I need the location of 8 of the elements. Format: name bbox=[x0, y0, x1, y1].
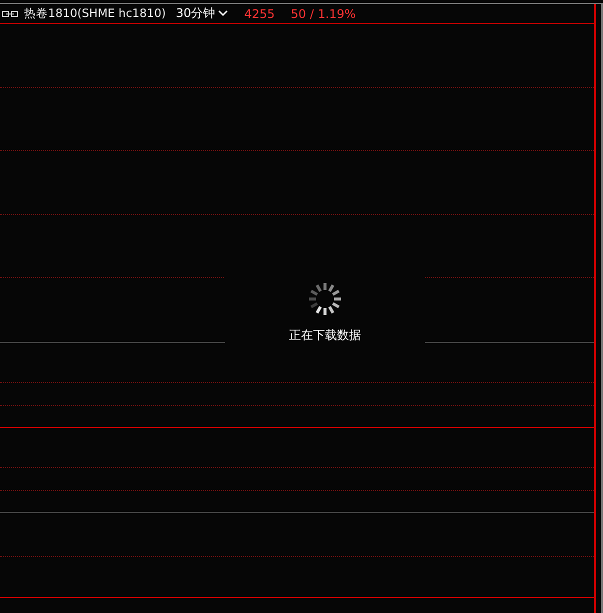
period-dropdown[interactable]: 30分钟 bbox=[176, 5, 228, 22]
instrument-title: 热卷1810(SHME hc1810) bbox=[24, 6, 166, 21]
loading-spinner-icon bbox=[308, 282, 342, 316]
last-price: 4255 bbox=[244, 6, 275, 20]
link-icon[interactable] bbox=[2, 10, 18, 16]
price-change: 50 / 1.19% bbox=[290, 6, 356, 20]
loading-message: 正在下载数据 bbox=[289, 327, 361, 344]
chevron-down-icon bbox=[218, 10, 228, 17]
